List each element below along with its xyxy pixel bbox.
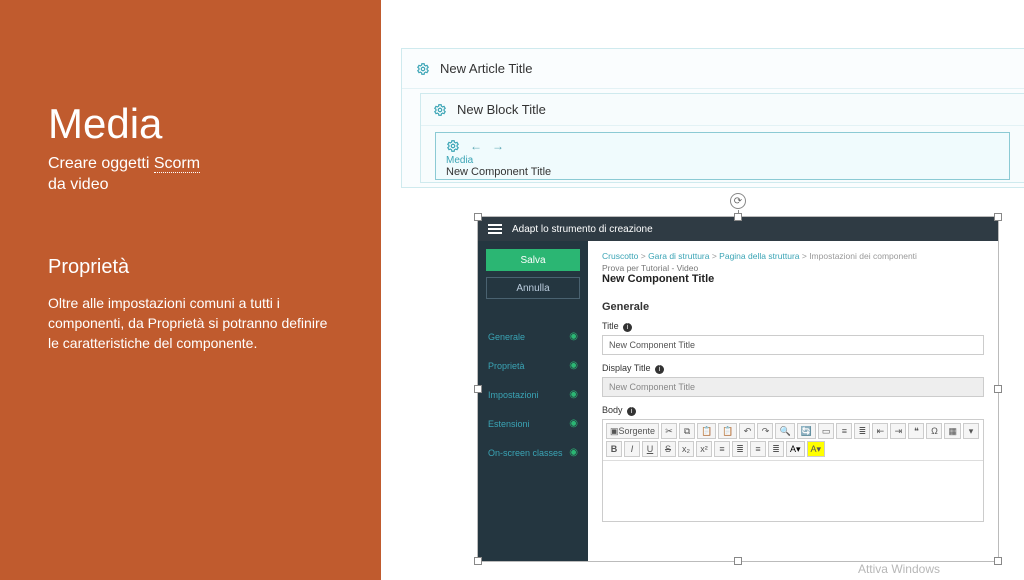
eye-icon: ◉ xyxy=(569,331,578,342)
align-right-button[interactable]: ≡ xyxy=(750,441,766,457)
align-justify-button[interactable]: ≣ xyxy=(768,441,784,457)
hamburger-icon[interactable] xyxy=(488,224,502,234)
block-card: New Block Title ← → Media New Component … xyxy=(420,93,1024,183)
eye-icon: ◉ xyxy=(569,447,578,458)
eye-icon: ◉ xyxy=(569,360,578,371)
redo-button[interactable]: ↷ xyxy=(757,423,773,439)
right-panel: New Article Title New Block Title ← xyxy=(381,0,1024,580)
source-button[interactable]: ▣ Sorgente xyxy=(606,423,659,439)
outdent-button[interactable]: ⇤ xyxy=(872,423,888,439)
resize-handle[interactable] xyxy=(474,213,482,221)
align-left-button[interactable]: ≡ xyxy=(714,441,730,457)
find-button[interactable]: 🔍 xyxy=(775,423,794,439)
save-button[interactable]: Salva xyxy=(486,249,580,271)
body-text: Oltre alle impostazioni comuni a tutti i… xyxy=(48,293,339,354)
indent-button[interactable]: ⇥ xyxy=(890,423,906,439)
sidebar-item-proprieta[interactable]: Proprietà◉ xyxy=(486,354,580,377)
paste-button[interactable]: 📋 xyxy=(697,423,716,439)
paste-text-button[interactable]: 📋 xyxy=(718,423,737,439)
editor-toolbar: ▣ Sorgente ✂ ⧉ 📋 📋 ↶ ↷ 🔍 🔄 ▭ ≡ xyxy=(603,420,983,461)
crumb-link[interactable]: Gara di struttura xyxy=(648,251,709,261)
main-content: Cruscotto > Gara di struttura > Pagina d… xyxy=(588,241,998,561)
adapt-app: Adapt lo strumento di creazione Salva An… xyxy=(478,217,998,561)
block-title: New Block Title xyxy=(457,102,546,117)
block-header: New Block Title xyxy=(421,94,1024,126)
selectall-button[interactable]: ▭ xyxy=(818,423,835,439)
section-heading: Proprietà xyxy=(48,256,339,279)
sub-button[interactable]: x₂ xyxy=(678,441,694,457)
sidebar: Salva Annulla Generale◉ Proprietà◉ Impos… xyxy=(478,241,588,561)
sidebar-item-onscreen[interactable]: On-screen classes◉ xyxy=(486,441,580,464)
replace-button[interactable]: 🔄 xyxy=(797,423,816,439)
gear-icon[interactable] xyxy=(416,62,430,76)
resize-handle[interactable] xyxy=(994,213,1002,221)
article-header: New Article Title xyxy=(402,49,1024,89)
crumb-current: Impostazioni dei componenti xyxy=(809,251,917,261)
cut-button[interactable]: ✂ xyxy=(661,423,677,439)
info-icon[interactable]: i xyxy=(623,323,632,332)
page-pretitle: Prova per Tutorial - Video New Component… xyxy=(602,263,984,285)
embedded-screenshot[interactable]: ⟳ Adapt lo strumento di creazione Salva … xyxy=(477,216,999,562)
more-button[interactable]: ▾ xyxy=(963,423,979,439)
arrow-left-icon[interactable]: ← xyxy=(470,139,482,153)
resize-handle[interactable] xyxy=(994,385,1002,393)
italic-button[interactable]: I xyxy=(624,441,640,457)
arrow-right-icon[interactable]: → xyxy=(492,139,504,153)
app-title: Adapt lo strumento di creazione xyxy=(512,224,653,235)
sup-button[interactable]: x² xyxy=(696,441,712,457)
eye-icon: ◉ xyxy=(569,418,578,429)
rich-text-editor[interactable]: ▣ Sorgente ✂ ⧉ 📋 📋 ↶ ↷ 🔍 🔄 ▭ ≡ xyxy=(602,419,984,522)
gear-icon[interactable] xyxy=(446,139,460,153)
strike-button[interactable]: S xyxy=(660,441,676,457)
crumb-link[interactable]: Cruscotto xyxy=(602,251,638,261)
underline-button[interactable]: U xyxy=(642,441,658,457)
resize-handle[interactable] xyxy=(474,557,482,565)
eye-icon: ◉ xyxy=(569,389,578,400)
copy-button[interactable]: ⧉ xyxy=(679,423,695,439)
crumb-link[interactable]: Pagina della struttura xyxy=(719,251,799,261)
left-panel: Media Creare oggetti Scorm da video Prop… xyxy=(0,0,381,580)
component-card[interactable]: ← → Media New Component Title xyxy=(435,132,1010,180)
resize-handle[interactable] xyxy=(994,557,1002,565)
resize-handle[interactable] xyxy=(734,557,742,565)
numlist-button[interactable]: ≣ xyxy=(854,423,870,439)
slide: Media Creare oggetti Scorm da video Prop… xyxy=(0,0,1024,580)
title-input[interactable] xyxy=(602,335,984,355)
page-title: New Component Title xyxy=(602,273,984,285)
article-card: New Article Title New Block Title ← xyxy=(401,48,1024,188)
label-title: Title i xyxy=(602,321,984,332)
resize-handle[interactable] xyxy=(734,213,742,221)
sidebar-item-generale[interactable]: Generale◉ xyxy=(486,325,580,348)
char-button[interactable]: Ω xyxy=(926,423,942,439)
article-title: New Article Title xyxy=(440,61,532,76)
align-center-button[interactable]: ≣ xyxy=(732,441,748,457)
slide-title: Media xyxy=(48,100,339,148)
windows-watermark: Attiva Windows xyxy=(858,562,940,576)
info-icon[interactable]: i xyxy=(627,407,636,416)
slide-subtitle: Creare oggetti Scorm da video xyxy=(48,154,339,196)
bold-button[interactable]: B xyxy=(606,441,622,457)
label-display-title: Display Title i xyxy=(602,363,984,374)
sidebar-item-impostazioni[interactable]: Impostazioni◉ xyxy=(486,383,580,406)
bgcolor-button[interactable]: A▾ xyxy=(807,441,826,457)
breadcrumb: Cruscotto > Gara di struttura > Pagina d… xyxy=(602,251,984,261)
label-body: Body i xyxy=(602,405,984,416)
undo-button[interactable]: ↶ xyxy=(739,423,755,439)
cancel-button[interactable]: Annulla xyxy=(486,277,580,299)
gear-icon[interactable] xyxy=(433,103,447,117)
textcolor-button[interactable]: A▾ xyxy=(786,441,805,457)
table-button[interactable]: ▦ xyxy=(944,423,961,439)
display-title-input[interactable] xyxy=(602,377,984,397)
resize-handle[interactable] xyxy=(474,385,482,393)
section-generale: Generale xyxy=(602,301,984,313)
sidebar-item-estensioni[interactable]: Estensioni◉ xyxy=(486,412,580,435)
list-button[interactable]: ≡ xyxy=(836,423,852,439)
info-icon[interactable]: i xyxy=(655,365,664,374)
rotate-handle[interactable]: ⟳ xyxy=(730,193,746,209)
component-title: New Component Title xyxy=(446,166,999,178)
quote-button[interactable]: ❝ xyxy=(908,423,924,439)
editor-canvas[interactable] xyxy=(603,461,983,521)
component-type: Media xyxy=(446,155,999,166)
